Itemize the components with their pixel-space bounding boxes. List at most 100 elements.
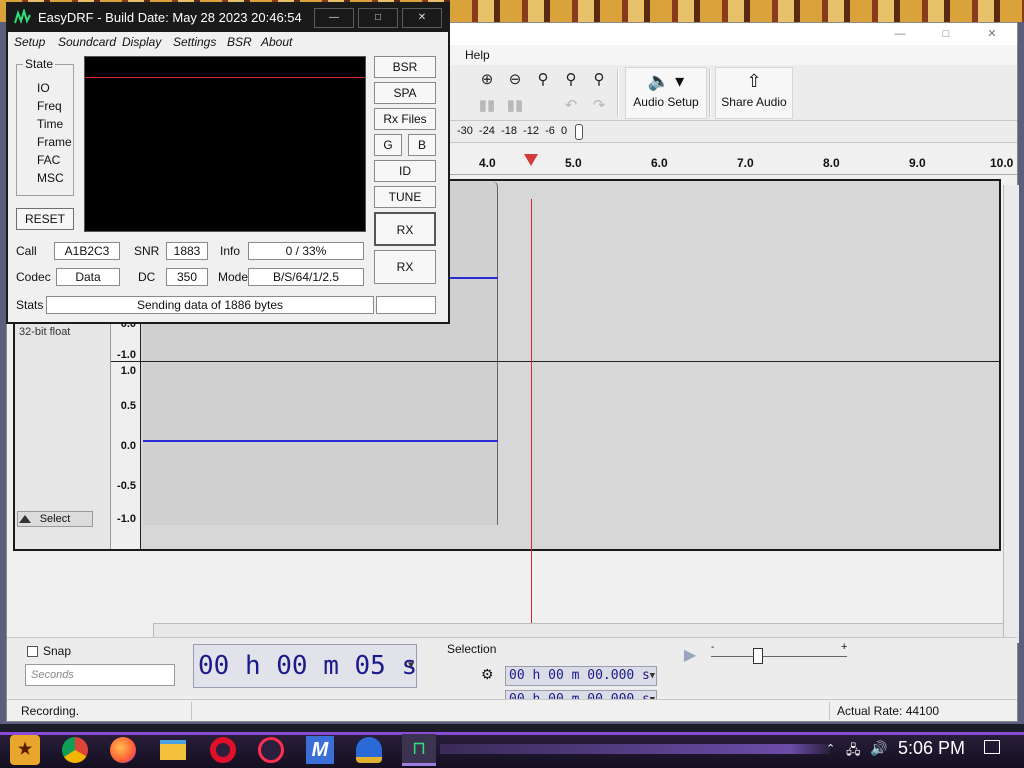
menu-bsr[interactable]: BSR [227,35,252,49]
zoom-toggle-icon[interactable]: ⚲ [587,69,611,91]
share-audio-label: Share Audio [721,95,787,109]
zoom-in-icon[interactable]: ⊕ [475,69,499,91]
volume-icon[interactable]: 🔊 [870,740,887,757]
selection-start-field[interactable]: 00 h 00 m 00.000 s ▼ [505,666,657,686]
ruler-tick: 7.0 [737,156,754,170]
file-explorer-icon[interactable] [160,740,186,760]
start-icon[interactable]: ★ [10,735,40,765]
scale-label: 1.0 [120,365,136,377]
state-msc: MSC [37,171,64,185]
speed-min-label: - [711,642,715,653]
menu-display[interactable]: Display [122,35,161,49]
taskbar-clock[interactable]: 5:06 PM [898,738,965,759]
menu-about[interactable]: About [261,35,292,49]
fit-project-icon[interactable]: ⚲ [559,69,583,91]
chevron-down-icon[interactable]: ▼ [408,645,414,687]
spa-button[interactable]: SPA [374,82,436,104]
reset-button[interactable]: RESET [16,208,74,230]
menu-soundcard[interactable]: Soundcard [58,35,116,49]
menu-settings[interactable]: Settings [173,35,216,49]
fit-selection-icon[interactable]: ⚲ [531,69,555,91]
m-app-icon[interactable]: M [306,736,334,764]
info-field: 0 / 33% [248,242,364,260]
speed-slider-track[interactable] [711,656,847,657]
opera-icon[interactable] [210,737,236,763]
stats-extra-field [376,296,436,314]
share-audio-button[interactable]: ⇧ Share Audio [715,67,793,119]
id-button[interactable]: ID [374,160,436,182]
scale-label: -1.0 [117,349,136,361]
selection-toolbar: Snap Seconds 00 h 00 m 05 s ▼ Selection … [7,637,1017,708]
minimize-icon[interactable]: — [877,23,923,45]
taskbar-accent [0,732,1024,735]
taskbar-divider [440,744,830,754]
state-group: State IO Freq Time Frame FAC MSC [16,57,74,196]
speed-slider-handle[interactable] [753,648,763,664]
bsr-button[interactable]: BSR [374,56,436,78]
chrome-icon[interactable] [62,737,88,763]
easydrf-titlebar: EasyDRF - Build Date: May 28 2023 20:46:… [8,4,448,32]
mode-label: Mode [218,270,249,284]
b-button[interactable]: B [408,134,436,156]
firefox-icon[interactable] [110,737,136,763]
easydrf-logo-icon [14,9,31,25]
close-icon[interactable]: ✕ [969,23,1015,45]
track-format: 32-bit float [19,326,71,338]
ruler-tick: 4.0 [479,156,496,170]
snap-label: Snap [43,644,72,658]
headphones-app-icon[interactable] [356,737,382,763]
snr-label: SNR [134,244,160,258]
collapse-arrow-icon[interactable] [19,515,31,523]
dc-label: DC [138,270,156,284]
actual-rate: Actual Rate: 44100 [837,704,940,718]
rx-files-button[interactable]: Rx Files [374,108,436,130]
easydrf-title: EasyDRF - Build Date: May 28 2023 20:46:… [38,10,302,25]
desktop-strip [0,724,1024,732]
scale-label: 0.5 [120,400,136,412]
snap-unit-select[interactable]: Seconds [25,664,175,686]
zoom-out-icon[interactable]: ⊖ [503,69,527,91]
tune-button[interactable]: TUNE [374,186,436,208]
snr-field: 1883 [166,242,208,260]
rx-button[interactable]: RX [374,212,436,246]
dc-field: 350 [166,268,208,286]
meter-slider-handle[interactable] [575,124,583,140]
playhead-marker[interactable] [524,154,538,166]
share-icon: ⇧ [746,71,762,91]
menu-help[interactable]: Help [465,48,490,62]
notification-icon[interactable] [984,740,1000,754]
meter-scale: -30 -24 -18 -12 -6 0 [457,125,568,137]
undo-icon[interactable]: ↶ [559,95,583,117]
playback-cursor-line [531,199,532,645]
time-display[interactable]: 00 h 00 m 05 s ▼ [193,644,417,688]
chevron-down-icon[interactable]: ▼ [650,667,655,685]
info-label: Info [220,244,241,258]
channel-separator [111,361,1001,362]
minimize-icon[interactable]: — [314,8,354,28]
play-at-speed-icon[interactable]: ▶ [679,646,701,666]
easydrf-icon[interactable]: ⊓ [402,734,436,766]
close-icon[interactable]: ✕ [402,8,442,28]
network-icon[interactable]: 🖧 [846,741,861,763]
opera-gx-icon[interactable] [258,737,284,763]
call-label: Call [16,244,37,258]
gear-icon[interactable]: ⚙ [481,666,494,683]
snap-checkbox[interactable] [27,646,38,657]
chevron-up-icon[interactable]: ⌃ [826,742,835,755]
audio-setup-button[interactable]: 🔈 ▾ Audio Setup [625,67,707,119]
stats-label: Stats [16,298,44,312]
redo-icon[interactable]: ↷ [587,95,611,117]
maximize-icon[interactable]: □ [358,8,398,28]
trim-icon[interactable]: ▮▮ [475,95,499,117]
audio-setup-label: Audio Setup [633,95,699,109]
status-text: Recording. [21,704,80,718]
maximize-icon[interactable]: □ [923,23,969,45]
menu-setup[interactable]: Setup [14,35,45,49]
ruler-tick: 9.0 [909,156,926,170]
g-button[interactable]: G [374,134,402,156]
vertical-scrollbar[interactable] [1003,185,1019,643]
rx-button-secondary[interactable]: RX [374,250,436,284]
silence-icon[interactable]: ▮▮ [503,95,527,117]
scale-label: 0.0 [120,440,136,452]
ruler-tick: 6.0 [651,156,668,170]
